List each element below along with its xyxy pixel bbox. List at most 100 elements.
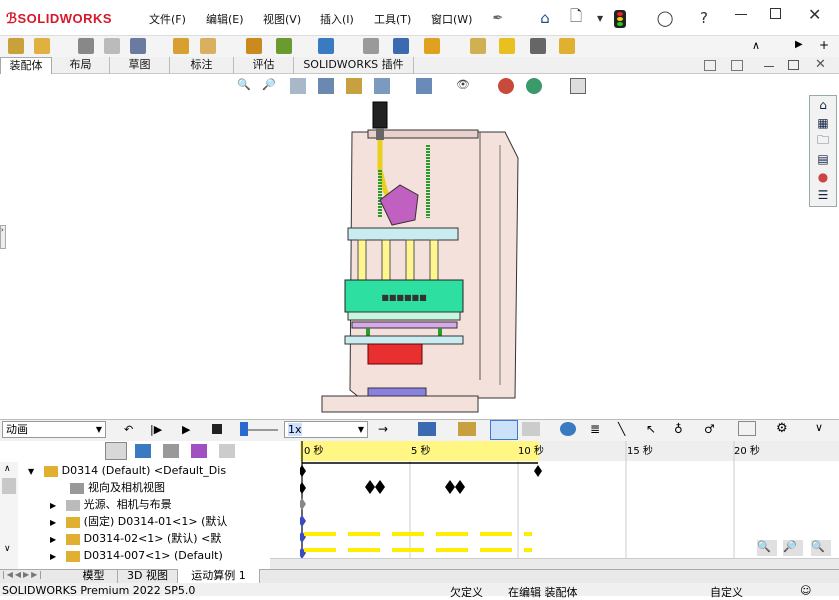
tab-motion-study-1[interactable]: 运动算例 1 — [178, 569, 260, 583]
tab-navigation-arrows-icon[interactable]: |◀◀▶▶| — [2, 570, 44, 579]
zoom-area-icon[interactable]: 🔎 — [262, 78, 278, 94]
toolbar-icon-11[interactable] — [363, 38, 379, 54]
toolbar-icon-5[interactable] — [130, 38, 146, 54]
play-arrow-icon[interactable]: ▶ — [795, 39, 803, 50]
apply-scene-icon[interactable] — [526, 78, 542, 94]
stop-icon[interactable] — [212, 424, 222, 434]
tree-row-view-camera[interactable]: 视向及相机视图 — [70, 479, 244, 496]
solidworks-logo[interactable]: ℬSOLIDWORKS — [6, 10, 112, 27]
doc-minimize-icon[interactable] — [764, 66, 774, 67]
new-document-icon[interactable]: 🗋 — [566, 7, 586, 28]
spring-icon[interactable]: ≣ — [590, 422, 600, 436]
add-key-icon[interactable] — [522, 422, 540, 436]
contact-icon[interactable]: ♁ — [674, 422, 683, 436]
playback-speed-select[interactable]: 1x ▼ — [284, 421, 368, 438]
assembly-model[interactable]: ■■■■■■ — [300, 100, 540, 420]
restore-icon[interactable] — [770, 8, 781, 19]
doc-close-icon[interactable]: ✕ — [815, 57, 826, 72]
user-icon[interactable]: ◯ — [655, 8, 675, 28]
toolbar-icon-1[interactable] — [8, 38, 24, 54]
hide-show-items-icon[interactable]: 👁 — [456, 78, 472, 94]
menu-view[interactable]: 视图(V) — [263, 11, 301, 27]
toolbar-icon-12[interactable] — [393, 38, 409, 54]
damper-icon[interactable]: ╲ — [618, 422, 625, 436]
animation-wizard-icon[interactable] — [458, 422, 476, 436]
zoom-out-timeline-icon[interactable]: 🔎 — [783, 540, 803, 556]
resources-home-icon[interactable]: ⌂ — [812, 97, 834, 113]
appearances-icon[interactable]: ● — [812, 169, 834, 185]
tab-evaluate[interactable]: 评估 — [234, 57, 294, 74]
save-animation-icon[interactable] — [418, 422, 436, 436]
paperclip-icon[interactable] — [78, 38, 94, 54]
play-from-start-icon[interactable]: |▶ — [150, 423, 162, 436]
toolbar-icon-4[interactable] — [104, 38, 120, 54]
toolbar-icon-7[interactable] — [200, 38, 216, 54]
filter-driving-icon[interactable] — [163, 444, 179, 458]
timeline-scrollbar[interactable] — [270, 558, 839, 569]
expand-arrow-icon[interactable]: ▶ — [50, 501, 56, 510]
plus-icon[interactable]: + — [819, 38, 829, 52]
calculate-icon[interactable]: ↶ — [124, 423, 133, 436]
home-icon[interactable]: ⌂ — [535, 8, 555, 28]
doc-restore-icon[interactable] — [788, 60, 799, 70]
pin-icon[interactable]: ✒ — [488, 8, 508, 28]
filter-icon[interactable] — [105, 442, 127, 460]
previous-view-icon[interactable] — [290, 78, 306, 94]
toolbar-icon-15[interactable] — [499, 38, 515, 54]
scroll-thumb[interactable] — [2, 478, 16, 494]
toolbar-icon-17[interactable] — [559, 38, 575, 54]
pane-left-icon[interactable] — [704, 60, 716, 71]
expand-arrow-icon[interactable]: ▶ — [50, 518, 56, 527]
menu-tools[interactable]: 工具(T) — [374, 11, 411, 27]
playback-slider-track[interactable] — [248, 429, 278, 431]
menu-edit[interactable]: 编辑(E) — [206, 11, 244, 27]
zoom-to-fit-icon[interactable]: 🔍 — [237, 78, 253, 94]
motor-icon[interactable] — [560, 422, 576, 436]
tab-model[interactable]: 模型 — [70, 569, 118, 583]
minimize-icon[interactable] — [735, 14, 747, 15]
tab-sketch[interactable]: 草图 — [110, 57, 170, 74]
panel-expander-icon[interactable]: › — [0, 225, 6, 249]
display-style-icon[interactable] — [416, 78, 432, 94]
expand-arrow-icon[interactable]: ▶ — [50, 552, 56, 561]
zoom-in-timeline-icon[interactable]: 🔍 — [757, 540, 777, 556]
status-chat-icon[interactable]: ☺ — [800, 584, 811, 597]
section-view-icon[interactable] — [318, 78, 334, 94]
view-orientation-icon[interactable] — [374, 78, 390, 94]
file-explorer-icon[interactable]: 🗀 — [812, 133, 834, 149]
filter-selected-icon[interactable] — [191, 444, 207, 458]
design-library-icon[interactable]: ▦ — [812, 115, 834, 131]
view-palette-icon[interactable]: ▤ — [812, 151, 834, 167]
toolbar-icon-8[interactable] — [246, 38, 262, 54]
tree-row-part-02[interactable]: ▶ D0314-02<1> (默认) <默 — [50, 530, 244, 547]
menu-insert[interactable]: 插入(I) — [320, 11, 354, 27]
tree-row-part-01[interactable]: ▶ (固定) D0314-01<1> (默认 — [50, 513, 244, 530]
collapse-manager-icon[interactable]: ∨ — [815, 421, 823, 434]
edit-appearance-icon[interactable] — [498, 78, 514, 94]
chevron-down-icon[interactable]: ▼ — [597, 14, 603, 23]
scroll-up-icon[interactable]: ∧ — [4, 464, 11, 474]
toolbar-icon-14[interactable] — [470, 38, 486, 54]
gravity-icon[interactable]: ♂ — [704, 422, 715, 436]
view-settings-icon[interactable] — [570, 78, 586, 94]
expand-arrow-icon[interactable]: ▼ — [28, 467, 34, 476]
tab-layout[interactable]: 布局 — [52, 57, 110, 74]
toolbar-icon-6[interactable] — [173, 38, 189, 54]
tab-3d-view[interactable]: 3D 视图 — [118, 569, 178, 583]
menu-window[interactable]: 窗口(W) — [431, 11, 472, 27]
tree-row-part-007[interactable]: ▶ D0314-007<1> (Default) — [50, 547, 244, 564]
playback-slider-thumb[interactable] — [240, 422, 248, 436]
close-icon[interactable]: ✕ — [808, 5, 821, 24]
tree-row-assembly[interactable]: ▼ D0314 (Default) <Default_Dis — [28, 462, 244, 479]
custom-properties-icon[interactable]: ☰ — [812, 187, 834, 203]
force-icon[interactable]: ↖ — [646, 422, 656, 436]
help-icon[interactable]: ? — [694, 8, 714, 28]
status-units[interactable]: 自定义 — [710, 584, 743, 600]
filter-results-icon[interactable] — [219, 444, 235, 458]
collapse-toolbar-icon[interactable]: ∧ — [752, 39, 760, 52]
traffic-light-icon[interactable] — [614, 10, 626, 28]
pane-right-icon[interactable] — [731, 60, 743, 71]
scroll-down-icon[interactable]: ∨ — [4, 544, 11, 554]
toolbar-icon-9[interactable] — [276, 38, 292, 54]
tab-markup[interactable]: 标注 — [170, 57, 234, 74]
